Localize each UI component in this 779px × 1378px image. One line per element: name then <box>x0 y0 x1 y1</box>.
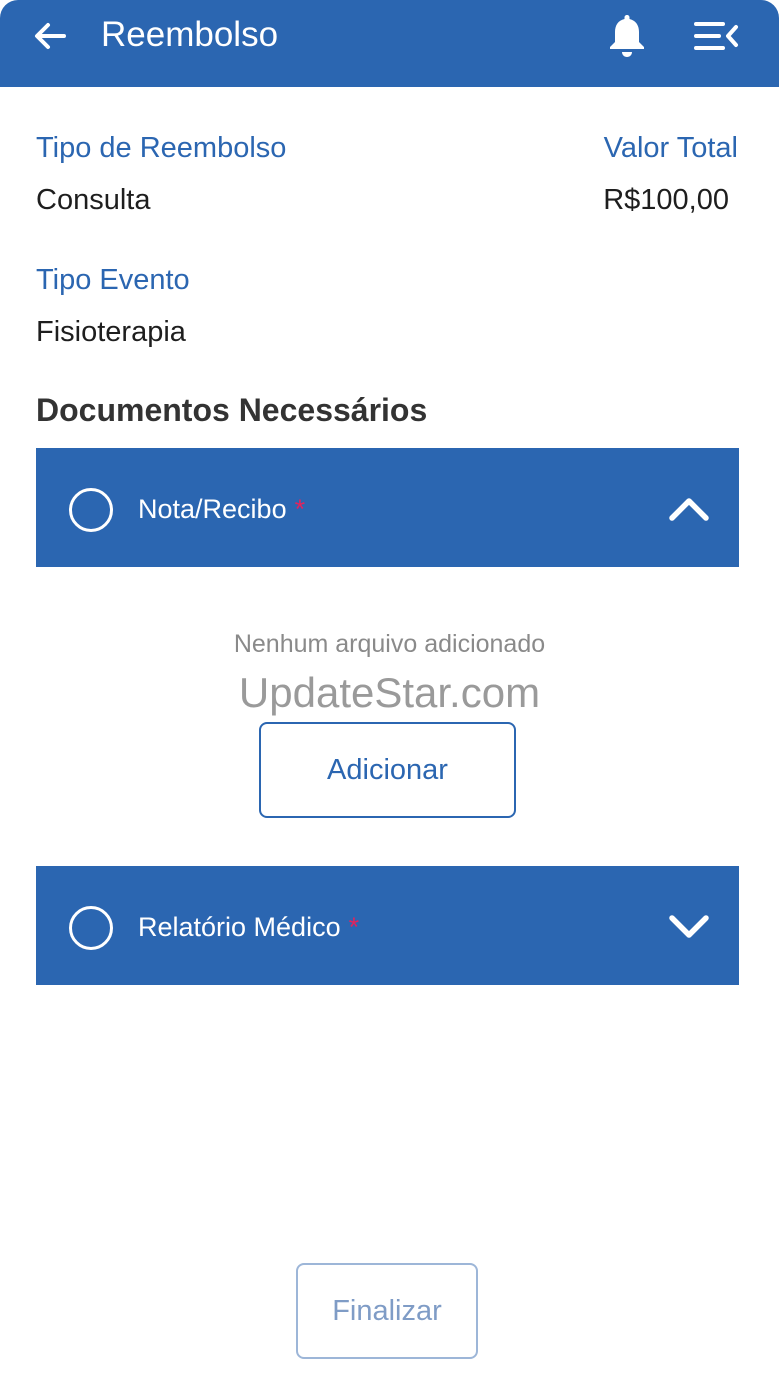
accordion-label: Relatório Médico * <box>138 912 360 942</box>
required-marker: * <box>348 912 360 942</box>
menu-collapse-icon[interactable] <box>693 18 739 54</box>
bell-icon[interactable] <box>606 12 648 58</box>
tipo-reembolso-label: Tipo de Reembolso <box>36 132 287 164</box>
radio-circle-icon[interactable] <box>69 906 113 950</box>
watermark-text: UpdateStar.com <box>238 669 541 716</box>
tipo-evento-value: Fisioterapia <box>36 316 186 348</box>
accordion-label: Nota/Recibo * <box>138 494 306 524</box>
app-screen: Reembolso Tipo de Reembolso Consulta Val… <box>0 0 779 1378</box>
arrow-left-icon[interactable] <box>30 16 70 56</box>
finalize-button[interactable]: Finalizar <box>296 1263 478 1359</box>
accordion-relatorio-medico[interactable]: Relatório Médico * <box>36 866 739 985</box>
app-bar: Reembolso <box>0 0 779 87</box>
tipo-reembolso-value: Consulta <box>36 184 151 216</box>
documents-section-title: Documentos Necessários <box>36 392 428 428</box>
radio-circle-icon[interactable] <box>69 488 113 532</box>
accordion-nota-recibo[interactable]: Nota/Recibo * <box>36 448 739 567</box>
chevron-down-icon[interactable] <box>668 910 710 944</box>
valor-total-value: R$100,00 <box>603 184 729 216</box>
empty-files-text: Nenhum arquivo adicionado <box>233 630 546 658</box>
chevron-up-icon[interactable] <box>668 492 710 526</box>
valor-total-label: Valor Total <box>603 132 738 164</box>
required-marker: * <box>294 494 306 524</box>
page-title: Reembolso <box>101 15 279 54</box>
tipo-evento-label: Tipo Evento <box>36 264 190 296</box>
add-file-button[interactable]: Adicionar <box>259 722 516 818</box>
